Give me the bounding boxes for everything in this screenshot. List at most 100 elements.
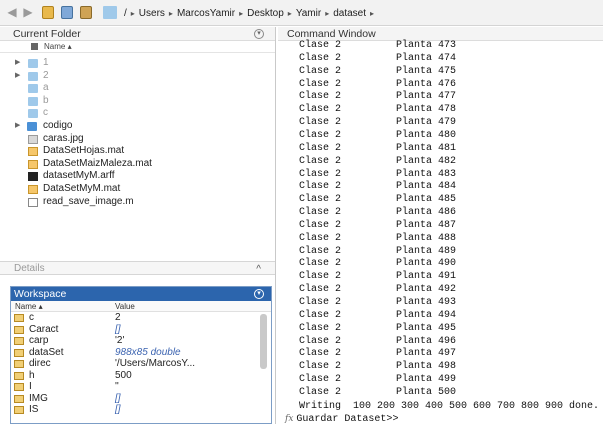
output-class: Clase 2 [299, 78, 342, 90]
folder-icon [28, 96, 38, 106]
output-plant: Planta 477 [396, 91, 457, 103]
function-browser-icon[interactable]: fx [285, 414, 293, 424]
variable-value: [] [115, 404, 121, 415]
breadcrumb-item[interactable]: Users [139, 7, 165, 20]
image-file-icon [28, 134, 38, 144]
workspace-name-header[interactable]: Name ▴ [15, 301, 43, 312]
output-class: Clase 2 [299, 322, 342, 334]
folder-list-item[interactable]: DataSetMyM.mat [0, 183, 274, 195]
toolbar: ◀ ▶ / ▸ Users ▸ MarcosYamir ▸ Desktop ▸ Yamir ▸ da… [0, 0, 603, 26]
output-plant: Planta 483 [396, 168, 457, 180]
output-class: Clase 2 [299, 374, 342, 386]
output-class: Clase 2 [299, 297, 342, 308]
folder-list-item[interactable]: ▶ 1 [0, 57, 274, 69]
file-name: read_save_image.m [43, 195, 134, 207]
variable-icon [14, 383, 24, 391]
folder-list-item[interactable]: datasetMyM.arff [0, 170, 274, 182]
folder-list-item[interactable]: caras.jpg [0, 133, 274, 145]
workspace-variable-row[interactable]: dataSet 988x85 double [11, 347, 271, 359]
folder-list-item[interactable]: DataSetMaizMaleza.mat [0, 158, 274, 170]
file-name: a [43, 82, 49, 94]
output-class: Clase 2 [299, 104, 342, 116]
breadcrumb-item[interactable]: / [124, 7, 127, 20]
breadcrumb-dropdown-icon[interactable]: ▸ [370, 7, 374, 20]
workspace-variable-row[interactable]: c2 [11, 312, 271, 324]
folder-list-item[interactable]: DataSetHojas.mat [0, 145, 274, 157]
panel-actions-icon[interactable]: ▾ [254, 29, 264, 39]
output-plant: Planta 476 [396, 78, 457, 90]
output-plant: Planta 480 [396, 129, 457, 141]
workspace-variable-row[interactable]: IMG [] [11, 393, 271, 405]
output-class: Clase 2 [299, 181, 342, 193]
back-arrow-icon[interactable]: ◀ [5, 6, 19, 19]
arff-file-icon [28, 172, 38, 182]
variable-icon [14, 406, 24, 414]
output-class: Clase 2 [299, 117, 342, 129]
folder-list-item[interactable]: ▶ 2 [0, 70, 274, 82]
breadcrumb-separator-icon: ▸ [239, 9, 244, 18]
output-class: Clase 2 [299, 386, 342, 398]
workspace-value-header[interactable]: Value [115, 301, 135, 312]
expand-caret-icon[interactable]: ^ [256, 263, 261, 276]
folder-list-item[interactable]: c [0, 107, 274, 119]
forward-arrow-icon[interactable]: ▶ [21, 6, 35, 19]
workspace-variable-row[interactable]: I '' [11, 381, 271, 393]
browse-folder-icon[interactable] [61, 6, 73, 19]
variable-icon [14, 348, 24, 357]
command-window[interactable]: Command Window Clase 2 Planta 473 Clase 2 P… [278, 27, 603, 424]
workspace-variable-row[interactable]: IS [] [11, 404, 271, 416]
breadcrumb-item[interactable]: dataset [333, 7, 366, 20]
variable-icon [14, 337, 24, 345]
variable-value: '/Users/MarcosY... [115, 358, 196, 369]
details-panel[interactable]: Details ^ [0, 261, 275, 275]
folder-icon [28, 84, 38, 94]
mat-file-icon [28, 147, 38, 157]
variable-name: dataSet [29, 346, 64, 358]
output-plant: Planta 485 [396, 194, 457, 206]
variable-value: [] [115, 323, 121, 335]
folder-list-item[interactable]: read_save_image.m [0, 196, 274, 208]
expand-triangle-icon[interactable]: ▶ [15, 57, 20, 69]
output-class: Clase 2 [299, 129, 342, 141]
workspace-variable-row[interactable]: h 500 [11, 370, 271, 382]
output-class: Clase 2 [299, 258, 342, 270]
path-folder-icon [103, 6, 117, 19]
folder-icon [27, 122, 37, 131]
file-name: 2 [43, 69, 49, 81]
breadcrumb-item[interactable]: MarcosYamir [177, 7, 235, 20]
workspace-header: Name ▴ Value [11, 301, 271, 312]
left-column: Current Folder ▾ Name ▴ ▶ 1 ▶ 2 a b c ▶ codigo ca… [0, 27, 276, 424]
output-plant: Planta 487 [396, 219, 457, 231]
output-plant: Planta 486 [396, 207, 457, 219]
folder-up-icon[interactable] [42, 6, 54, 19]
workspace-title-bar: Workspace ▾ [11, 287, 271, 301]
breadcrumb-item[interactable]: Desktop [247, 7, 284, 20]
output-class: Clase 2 [299, 194, 342, 206]
expand-triangle-icon[interactable]: ▶ [15, 70, 20, 82]
workspace-variable-row[interactable]: carp '2' [11, 335, 271, 347]
breadcrumb-item[interactable]: Yamir [296, 7, 321, 20]
workspace-variable-row[interactable]: Caract [] [11, 324, 271, 336]
command-prompt[interactable]: fx Guardar Dataset>> [285, 414, 398, 424]
workspace-variable-row[interactable]: direc '/Users/MarcosY... [11, 358, 271, 370]
output-plant: Planta 491 [396, 271, 457, 283]
name-column-header[interactable]: Name ▴ [0, 41, 275, 53]
expand-triangle-icon[interactable]: ▶ [15, 120, 20, 132]
variable-name: c [29, 312, 34, 323]
details-title: Details [14, 263, 45, 274]
mat-file-icon [28, 185, 38, 194]
folder-list-item[interactable]: b [0, 95, 274, 107]
output-class: Clase 2 [299, 271, 342, 283]
folder-list-item[interactable]: a [0, 82, 274, 94]
prompt-text: Guardar Dataset>> [296, 414, 399, 424]
new-folder-icon[interactable] [80, 6, 92, 19]
output-plant: Planta 490 [396, 258, 457, 270]
panel-actions-icon[interactable]: ▾ [254, 289, 264, 299]
workspace-scrollbar[interactable] [260, 314, 267, 369]
output-class: Clase 2 [299, 142, 342, 154]
folder-list-item[interactable]: ▶ codigo [0, 120, 274, 132]
mat-file-icon [28, 159, 38, 169]
breadcrumb[interactable]: / ▸ Users ▸ MarcosYamir ▸ Desktop ▸ Yamir ▸ datase… [124, 7, 378, 20]
output-class: Clase 2 [299, 245, 342, 257]
file-name: DataSetHojas.mat [43, 145, 125, 157]
